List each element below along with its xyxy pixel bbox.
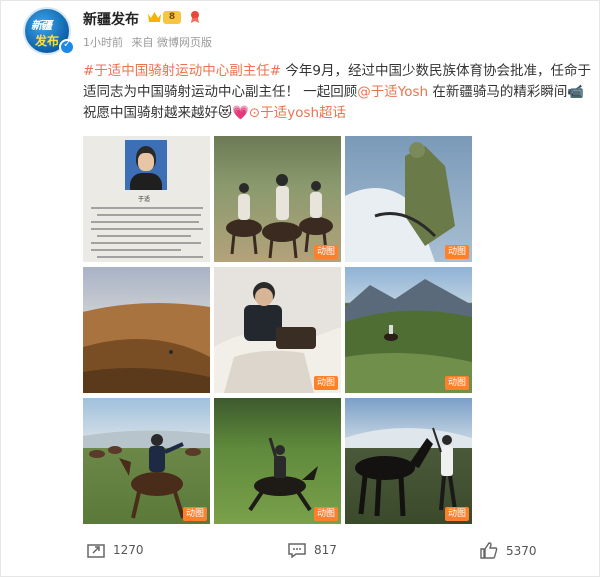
like-button[interactable]: 5370 bbox=[480, 542, 537, 559]
post-text-part: 祝愿中国骑射越来越好 bbox=[83, 105, 218, 121]
supertopic-icon: ⊙ bbox=[248, 105, 261, 121]
white-horse-illustration bbox=[214, 282, 341, 393]
image-thumb[interactable]: 动图 bbox=[345, 267, 472, 393]
repost-icon bbox=[87, 544, 105, 558]
like-count: 5370 bbox=[506, 543, 537, 558]
cat-heart-emoji-icon: 😻💗 bbox=[218, 105, 249, 121]
image-thumb[interactable]: 动图 bbox=[345, 398, 472, 524]
repost-count: 1270 bbox=[113, 543, 144, 557]
supertopic-label: 于适yosh超话 bbox=[260, 105, 347, 121]
document-name: 于适 bbox=[138, 196, 151, 203]
supertopic-link[interactable]: ⊙于适yosh超话 bbox=[249, 105, 346, 121]
image-thumb[interactable]: 于适 bbox=[83, 136, 210, 262]
gif-badge: 动图 bbox=[313, 376, 338, 390]
gif-badge: 动图 bbox=[313, 245, 338, 259]
avatar-logo-subtext: 发布 bbox=[35, 34, 60, 48]
gif-badge: 动图 bbox=[444, 245, 469, 259]
gif-badge: 动图 bbox=[182, 507, 207, 521]
verified-badge-icon bbox=[59, 39, 75, 55]
document-text-lines bbox=[91, 207, 203, 258]
topic-link[interactable]: #于适中国骑射运动中心副主任# bbox=[83, 63, 281, 79]
post-text: #于适中国骑射运动中心副主任# 今年9月，经过中国少数民族体育协会批准，任命于适… bbox=[83, 61, 595, 124]
riders-group-illustration bbox=[226, 174, 333, 259]
image-thumb[interactable]: 动图 bbox=[214, 136, 341, 262]
comment-button[interactable]: 817 bbox=[288, 542, 337, 558]
mountain-rider-illustration bbox=[345, 279, 472, 393]
gif-badge: 动图 bbox=[444, 376, 469, 390]
repost-button[interactable]: 1270 bbox=[87, 542, 144, 558]
gif-badge: 动图 bbox=[313, 507, 338, 521]
image-thumb[interactable]: 动图 bbox=[214, 267, 341, 393]
mention-link[interactable]: @于适Yosh bbox=[357, 84, 428, 100]
comment-count: 817 bbox=[314, 543, 337, 557]
image-thumb[interactable]: 动图 bbox=[345, 136, 472, 262]
image-thumb[interactable]: 动图 bbox=[83, 398, 210, 524]
video-emoji-icon: 📹 bbox=[567, 84, 585, 100]
post-meta: 1小时前 来自 微博网页版 bbox=[83, 34, 217, 50]
man-with-horse-illustration bbox=[345, 427, 472, 517]
weibo-post-card: 新疆 发布 新疆发布 8 1小时前 来自 微博网页版 #于适中国骑射运动中心副主… bbox=[0, 0, 600, 577]
medal-icon[interactable] bbox=[189, 10, 201, 24]
gif-badge: 动图 bbox=[444, 507, 469, 521]
crown-icon bbox=[148, 12, 161, 22]
comment-icon bbox=[288, 543, 306, 558]
id-photo bbox=[125, 140, 167, 190]
account-name[interactable]: 新疆发布 bbox=[83, 9, 139, 29]
action-bar: 1270 817 5370 bbox=[83, 542, 595, 564]
avatar-logo-text: 新疆 bbox=[31, 19, 52, 32]
post-source: 来自 微博网页版 bbox=[131, 36, 213, 49]
image-thumb[interactable] bbox=[83, 267, 210, 393]
galloping-rider-illustration bbox=[248, 437, 318, 512]
landscape-illustration bbox=[83, 303, 210, 393]
thumbs-up-icon bbox=[480, 542, 498, 559]
rider-herd-illustration bbox=[83, 430, 210, 519]
image-grid: 于适 动图 动图 动图 动图 动图 动图 动图 bbox=[83, 136, 473, 526]
rider-closeup-illustration bbox=[345, 142, 455, 262]
post-text-part: 在新疆骑马的精彩瞬间 bbox=[428, 84, 568, 100]
member-level-badge[interactable]: 8 bbox=[163, 11, 181, 24]
post-time[interactable]: 1小时前 bbox=[83, 36, 123, 49]
image-thumb[interactable]: 动图 bbox=[214, 398, 341, 524]
